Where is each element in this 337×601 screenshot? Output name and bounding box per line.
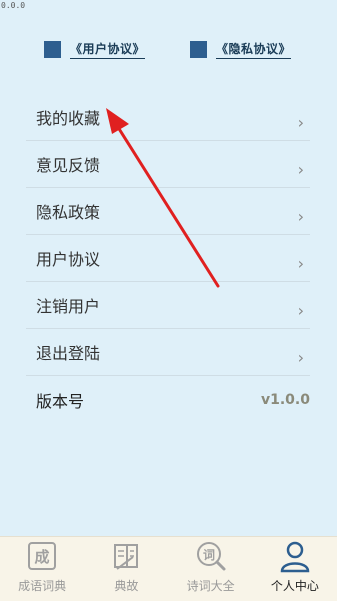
chevron-right-icon: › <box>297 159 304 179</box>
chevron-right-icon: › <box>297 112 304 132</box>
tab-label: 成语词典 <box>18 579 67 593</box>
version-label: 版本号 <box>36 391 85 411</box>
menu-item-label: 隐私政策 <box>36 203 101 222</box>
tab-idiom-dictionary[interactable]: 成 成语词典 <box>0 537 84 601</box>
tab-allusion[interactable]: 典故 <box>84 537 168 601</box>
menu-item-label: 用户协议 <box>36 250 101 269</box>
menu-item-logout[interactable]: 退出登陆 › <box>26 329 310 376</box>
corner-text: 0.0.0 <box>1 1 26 10</box>
menu-item-label: 退出登陆 <box>36 344 101 363</box>
menu-item-favorites[interactable]: 我的收藏 › <box>26 94 310 141</box>
chevron-right-icon: › <box>297 253 304 273</box>
menu-item-privacy-policy[interactable]: 隐私政策 › <box>26 188 310 235</box>
svg-text:成: 成 <box>35 548 50 566</box>
version-value: v1.0.0 <box>261 391 310 408</box>
menu-item-user-agreement[interactable]: 用户协议 › <box>26 235 310 282</box>
tab-personal-center[interactable]: 个人中心 <box>253 537 337 601</box>
tab-label: 典故 <box>114 579 139 593</box>
checkbox-square-icon[interactable] <box>190 41 207 58</box>
version-row: 版本号 v1.0.0 <box>26 376 310 423</box>
menu-item-label: 我的收藏 <box>36 109 101 128</box>
menu-item-label: 意见反馈 <box>36 156 101 175</box>
person-icon <box>280 541 310 573</box>
menu-item-delete-account[interactable]: 注销用户 › <box>26 282 310 329</box>
user-agreement-label[interactable]: 《用户协议》 <box>70 40 146 59</box>
tab-poetry[interactable]: 词 诗词大全 <box>169 537 253 601</box>
idiom-dictionary-icon: 成 <box>28 542 57 570</box>
bottom-tab-bar: 成 成语词典 典故 词 诗词大全 个人中心 <box>0 536 337 601</box>
settings-menu: 我的收藏 › 意见反馈 › 隐私政策 › 用户协议 › 注销用户 › 退出登陆 … <box>26 94 310 423</box>
svg-text:词: 词 <box>203 548 215 562</box>
checkbox-square-icon[interactable] <box>44 41 61 58</box>
chevron-right-icon: › <box>297 347 304 367</box>
allusion-book-icon <box>114 544 139 570</box>
chevron-right-icon: › <box>297 206 304 226</box>
user-agreement-link[interactable]: 《用户协议》 <box>44 40 146 59</box>
menu-item-feedback[interactable]: 意见反馈 › <box>26 141 310 188</box>
chevron-right-icon: › <box>297 300 304 320</box>
privacy-agreement-label[interactable]: 《隐私协议》 <box>216 40 292 59</box>
poetry-search-icon: 词 <box>196 542 226 571</box>
privacy-agreement-link[interactable]: 《隐私协议》 <box>190 40 292 59</box>
tab-label: 个人中心 <box>270 579 319 593</box>
tab-label: 诗词大全 <box>186 579 235 593</box>
menu-item-label: 注销用户 <box>36 297 101 316</box>
agreement-links: 《用户协议》 《隐私协议》 <box>0 40 337 64</box>
